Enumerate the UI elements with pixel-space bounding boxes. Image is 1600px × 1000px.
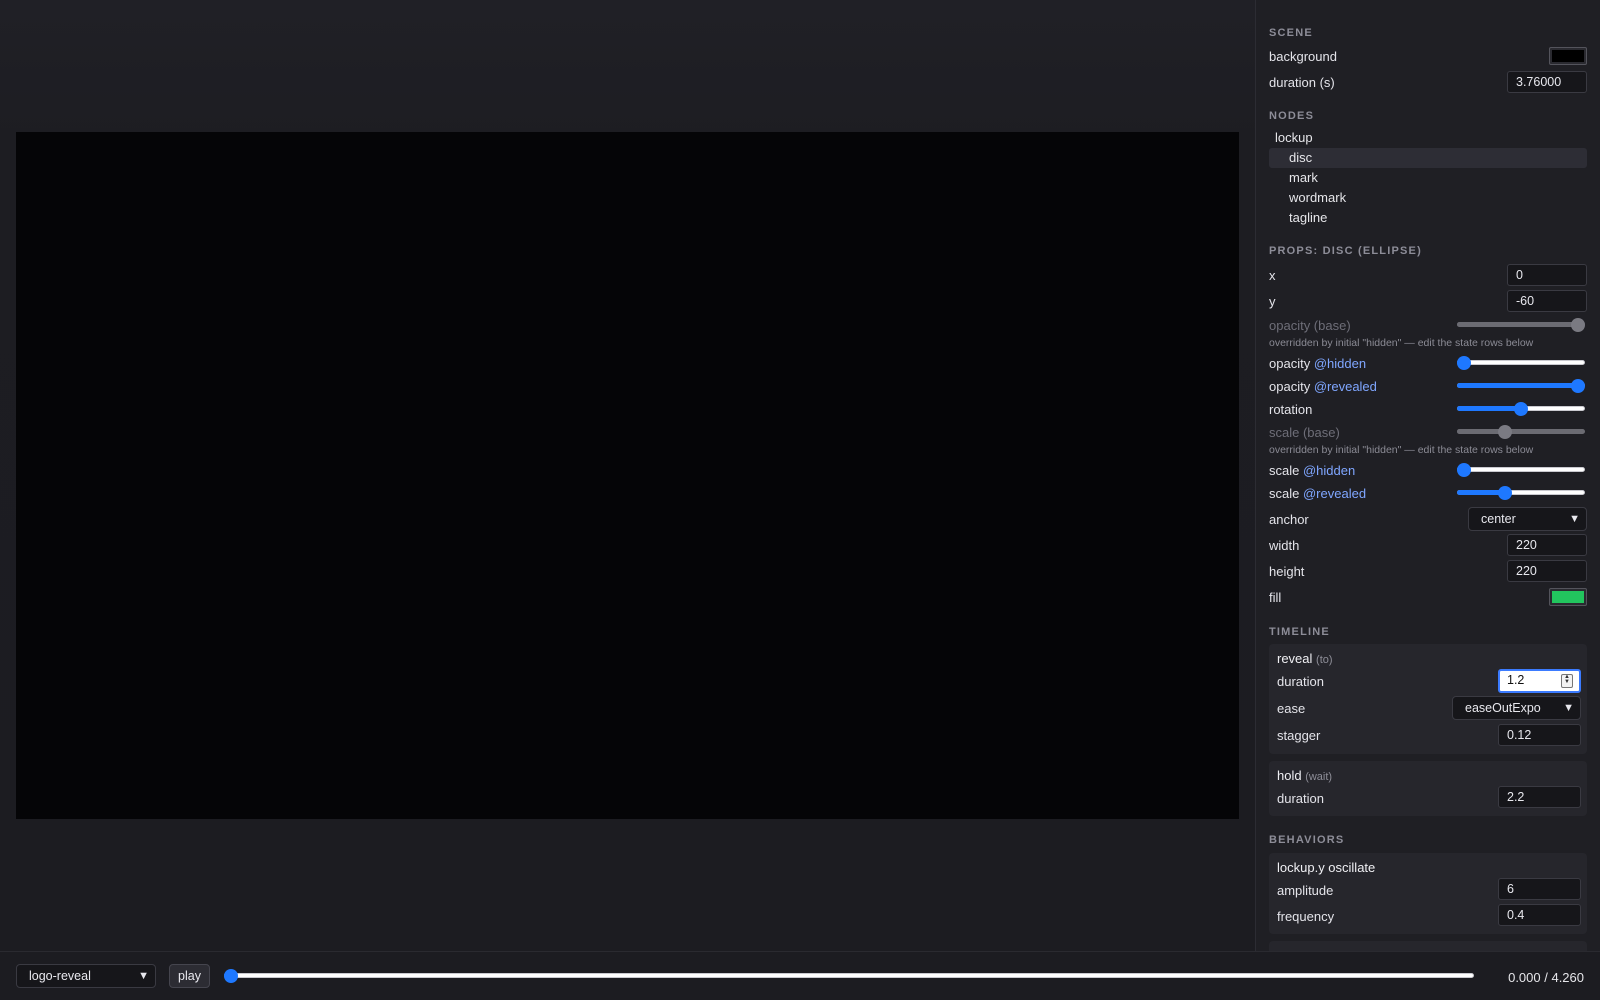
timeline-section-title: TIMELINE [1269, 626, 1330, 638]
tree-item-lockup[interactable]: lockup [1269, 128, 1587, 148]
reveal-stagger-input[interactable]: 0.12 [1498, 724, 1581, 746]
fill-color-swatch[interactable] [1549, 588, 1587, 606]
hold-step-title: hold (wait) [1277, 768, 1333, 783]
background-color-swatch[interactable] [1549, 47, 1587, 65]
tree-item-label: wordmark [1289, 190, 1347, 205]
tree-item-wordmark[interactable]: wordmark [1269, 188, 1587, 208]
x-input[interactable]: 0 [1507, 264, 1587, 286]
anchor-select[interactable]: center ▼ [1468, 507, 1587, 531]
time-readout: 0.000 / 4.260 [1508, 970, 1584, 985]
props-section-title: PROPS: DISC (ELLIPSE) [1269, 245, 1422, 257]
behavior-lockup-oscillate: lockup.y oscillate amplitude 6 frequency… [1269, 853, 1587, 934]
behaviors-section-title: BEHAVIORS [1269, 834, 1345, 846]
amplitude-input[interactable]: 6 [1498, 878, 1581, 900]
hold-duration-input[interactable]: 2.2 [1498, 786, 1581, 808]
timeline-step-hold: hold (wait) duration 2.2 [1269, 761, 1587, 816]
anchor-label: anchor [1269, 512, 1309, 527]
scene-select[interactable]: logo-reveal ▼ [16, 964, 156, 988]
opacity-override-note: overridden by initial "hidden" — edit th… [1269, 337, 1534, 349]
reveal-step-title: reveal (to) [1277, 651, 1333, 666]
behavior-card-partial [1269, 941, 1587, 951]
timeline-step-reveal: reveal (to) duration 1.2 ▲ ▼ ease easeOutE… [1269, 644, 1587, 754]
opacity-hidden-label: opacity @hidden [1269, 356, 1367, 371]
y-label: y [1269, 294, 1276, 309]
stepper-icon[interactable]: ▲ ▼ [1561, 674, 1573, 688]
scale-base-slider[interactable] [1457, 424, 1585, 440]
tree-item-mark[interactable]: mark [1269, 168, 1587, 188]
scale-base-label: scale (base) [1269, 425, 1340, 440]
y-input[interactable]: -60 [1507, 290, 1587, 312]
tree-item-label: mark [1289, 170, 1318, 185]
width-label: width [1269, 538, 1300, 553]
rotation-slider[interactable] [1457, 401, 1585, 417]
frequency-input[interactable]: 0.4 [1498, 904, 1581, 926]
tree-item-label: disc [1289, 150, 1313, 165]
frequency-label: frequency [1277, 909, 1335, 924]
tree-item-tagline[interactable]: tagline [1269, 208, 1587, 228]
scale-override-note: overridden by initial "hidden" — edit th… [1269, 444, 1534, 456]
oscillate-behavior-title: lockup.y oscillate [1277, 860, 1376, 875]
rotation-label: rotation [1269, 402, 1313, 417]
scale-revealed-label: scale @revealed [1269, 486, 1367, 501]
amplitude-label: amplitude [1277, 883, 1334, 898]
reveal-duration-input[interactable]: 1.2 ▲ ▼ [1498, 669, 1581, 693]
tree-item-label: lockup [1275, 130, 1313, 145]
reveal-ease-label: ease [1277, 701, 1306, 716]
opacity-base-label: opacity (base) [1269, 318, 1351, 333]
opacity-base-slider[interactable] [1457, 317, 1585, 333]
x-label: x [1269, 268, 1276, 283]
opacity-hidden-slider[interactable] [1457, 355, 1585, 371]
fill-label: fill [1269, 590, 1282, 605]
tree-item-disc[interactable]: disc [1269, 148, 1587, 168]
reveal-ease-select[interactable]: easeOutExpo ▼ [1452, 696, 1581, 720]
height-input[interactable]: 220 [1507, 560, 1587, 582]
hold-duration-label: duration [1277, 791, 1324, 806]
chevron-down-icon: ▼ [1569, 513, 1580, 525]
stage-area [0, 0, 1255, 951]
scene-duration-input[interactable]: 3.76000 [1507, 71, 1587, 93]
duration-label: duration (s) [1269, 75, 1335, 90]
inspector-panel: SCENE background duration (s) 3.76000 NO… [1255, 0, 1600, 951]
scale-hidden-slider[interactable] [1457, 462, 1585, 478]
reveal-duration-label: duration [1277, 674, 1324, 689]
background-label: background [1269, 49, 1337, 64]
width-input[interactable]: 220 [1507, 534, 1587, 556]
scene-section-title: SCENE [1269, 27, 1313, 39]
chevron-down-icon: ▼ [138, 970, 149, 982]
preview-canvas[interactable] [16, 132, 1239, 819]
tree-item-label: tagline [1289, 210, 1328, 225]
nodes-section-title: NODES [1269, 110, 1315, 122]
reveal-stagger-label: stagger [1277, 728, 1321, 743]
scale-revealed-slider[interactable] [1457, 485, 1585, 501]
scale-hidden-label: scale @hidden [1269, 463, 1356, 478]
height-label: height [1269, 564, 1305, 579]
opacity-revealed-label: opacity @revealed [1269, 379, 1377, 394]
timeline-scrubber[interactable] [224, 968, 1474, 984]
play-button[interactable]: play [169, 964, 210, 988]
opacity-revealed-slider[interactable] [1457, 378, 1585, 394]
chevron-down-icon: ▼ [1563, 702, 1574, 714]
playback-bar: logo-reveal ▼ play 0.000 / 4.260 [0, 951, 1600, 1000]
